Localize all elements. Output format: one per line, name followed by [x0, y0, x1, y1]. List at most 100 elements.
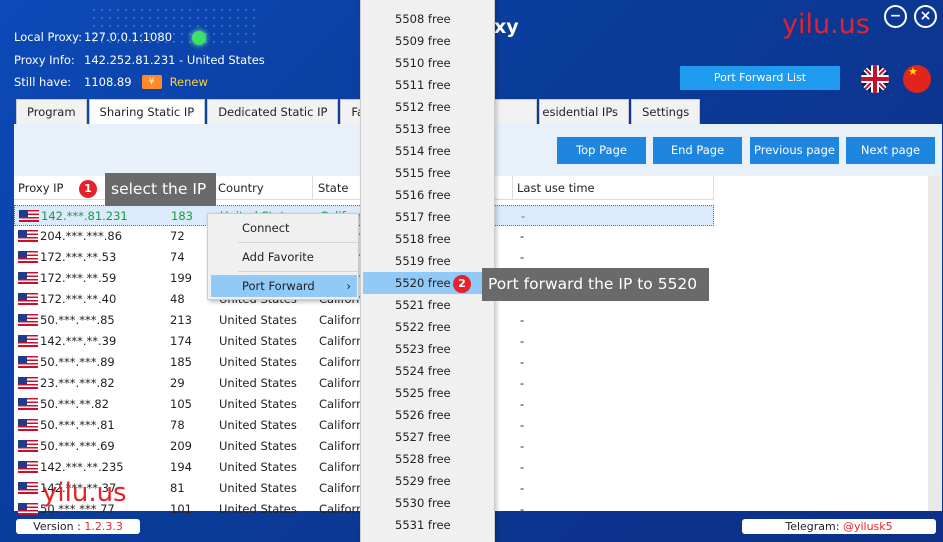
submenu-item-port[interactable]: 5522 free [363, 316, 494, 338]
submenu-item-port[interactable]: 5520 free [363, 272, 494, 294]
submenu-item-port[interactable]: 5508 free [363, 8, 494, 30]
app-title: xy [494, 16, 519, 38]
us-flag-icon [18, 272, 38, 284]
col-state[interactable]: State [318, 181, 348, 195]
submenu-item-port[interactable]: 5529 free [363, 470, 494, 492]
next-page-button[interactable]: Next page [846, 137, 935, 164]
cell-last-use-time: - [520, 418, 525, 432]
port-forward-list-button[interactable]: Port Forward List [680, 66, 840, 90]
submenu-item-port[interactable]: 5514 free [363, 140, 494, 162]
cell-last-use-time: - [520, 250, 525, 264]
brand-logo-bottom: yilu.us [42, 478, 127, 508]
cell-country: United States [219, 334, 297, 348]
submenu-item-port[interactable]: 5524 free [363, 360, 494, 382]
menu-item-port-forward[interactable]: Port Forward › [211, 275, 357, 297]
cell-proxy-ip: 23.***.***.82 [40, 376, 115, 390]
tab-residential-ips[interactable]: esidential IPs [539, 99, 630, 125]
telegram-badge[interactable]: Telegram: @yilusk5 [742, 519, 936, 534]
tab-settings[interactable]: Settings [631, 99, 701, 125]
port-submenu: 5508 free 5509 free 5510 free 5511 free 5512… [360, 0, 495, 542]
telegram-value: @yilusk5 [842, 520, 893, 533]
tab-program[interactable]: Program [16, 99, 87, 125]
cell-country: United States [219, 397, 297, 411]
end-page-button[interactable]: End Page [653, 137, 742, 164]
submenu-item-port[interactable]: 5515 free [363, 162, 494, 184]
submenu-item-port[interactable]: 5517 free [363, 206, 494, 228]
tooltip-step2: Port forward the IP to 5520 [482, 268, 709, 301]
us-flag-icon [18, 314, 38, 326]
port-forward-label: Port Forward [242, 279, 315, 293]
submenu-item-port[interactable]: 5525 free [363, 382, 494, 404]
submenu-item-port[interactable]: 5509 free [363, 30, 494, 52]
submenu-item-port[interactable]: 5513 free [363, 118, 494, 140]
tab-dedicated-static-ip[interactable]: Dedicated Static IP [207, 99, 339, 125]
local-proxy-row: Local Proxy: 127.0.0.1:1080 [14, 30, 172, 44]
submenu-item-port[interactable]: 5518 free [363, 228, 494, 250]
us-flag-icon [18, 419, 38, 431]
cell-proxy-ip: 142.***.81.231 [41, 209, 128, 223]
us-flag-icon [18, 293, 38, 305]
cell-num: 213 [170, 313, 192, 327]
col-last-use-time[interactable]: Last use time [517, 181, 595, 195]
cell-proxy-ip: 204.***.***.86 [40, 229, 123, 243]
cell-last-use-time: - [520, 376, 525, 390]
submenu-item-port[interactable]: 5512 free [363, 96, 494, 118]
cell-country: United States [219, 313, 297, 327]
col-proxy-ip[interactable]: Proxy IP [18, 181, 63, 195]
col-country[interactable]: Country [218, 181, 264, 195]
cell-last-use-time: - [520, 334, 525, 348]
app-window: Local Proxy: 127.0.0.1:1080 Proxy Info: … [0, 0, 943, 542]
cell-last-use-time: - [520, 460, 525, 474]
cell-num: 199 [170, 271, 192, 285]
cell-proxy-ip: 142.***.**.39 [40, 334, 117, 348]
menu-item-connect[interactable]: Connect [208, 217, 358, 239]
cell-last-use-time: - [521, 209, 526, 223]
cell-num: 174 [170, 334, 192, 348]
submenu-item-port[interactable]: 5510 free [363, 52, 494, 74]
us-flag-icon [18, 503, 38, 515]
submenu-item-port[interactable]: 5528 free [363, 448, 494, 470]
cell-proxy-ip: 50.***.***.69 [40, 439, 115, 453]
context-menu: Connect Add Favorite Port Forward › [207, 213, 359, 300]
submenu-item-port[interactable]: 5511 free [363, 74, 494, 96]
balance-value: 1108.89 [84, 75, 132, 89]
cell-country: United States [219, 502, 297, 516]
still-have-label: Still have: [14, 75, 72, 89]
cell-country: United States [219, 439, 297, 453]
cell-last-use-time: - [520, 229, 525, 243]
previous-page-button[interactable]: Previous page [750, 137, 839, 164]
coin-icon: ¥ [141, 75, 162, 89]
cell-last-use-time: - [520, 502, 525, 516]
cell-proxy-ip: 50.***.***.85 [40, 313, 115, 327]
chinese-flag-icon[interactable]: ★ [903, 65, 931, 93]
submenu-item-port[interactable]: 5527 free [363, 426, 494, 448]
tab-sharing-static-ip[interactable]: Sharing Static IP [88, 99, 206, 125]
submenu-item-port[interactable]: 5531 free [363, 514, 494, 536]
submenu-item-port[interactable]: 5523 free [363, 338, 494, 360]
close-button[interactable]: × [914, 5, 937, 28]
us-flag-icon [18, 335, 38, 347]
cell-last-use-time: - [520, 481, 525, 495]
english-flag-icon[interactable] [861, 65, 889, 93]
proxy-info-row: Proxy Info: 142.252.81.231 - United Stat… [14, 53, 265, 67]
us-flag-icon [19, 210, 39, 222]
us-flag-icon [18, 461, 38, 473]
cell-country: United States [219, 376, 297, 390]
cell-num: 101 [170, 502, 192, 516]
cell-last-use-time: - [520, 439, 525, 453]
cell-num: 81 [170, 481, 185, 495]
renew-link[interactable]: Renew [170, 75, 208, 89]
submenu-item-port[interactable]: 5526 free [363, 404, 494, 426]
top-page-button[interactable]: Top Page [557, 137, 646, 164]
submenu-item-port[interactable]: 5530 free [363, 492, 494, 514]
menu-item-add-favorite[interactable]: Add Favorite [208, 246, 358, 268]
cell-num: 74 [170, 250, 185, 264]
minimize-button[interactable]: − [884, 5, 907, 28]
submenu-item-port[interactable]: 5516 free [363, 184, 494, 206]
cell-num: 209 [170, 439, 192, 453]
table-scrollbar[interactable] [928, 176, 942, 511]
us-flag-icon [18, 356, 38, 368]
submenu-item-port[interactable]: 5521 free [363, 294, 494, 316]
cell-num: 194 [170, 460, 192, 474]
submenu-item-port[interactable]: 5519 free [363, 250, 494, 272]
